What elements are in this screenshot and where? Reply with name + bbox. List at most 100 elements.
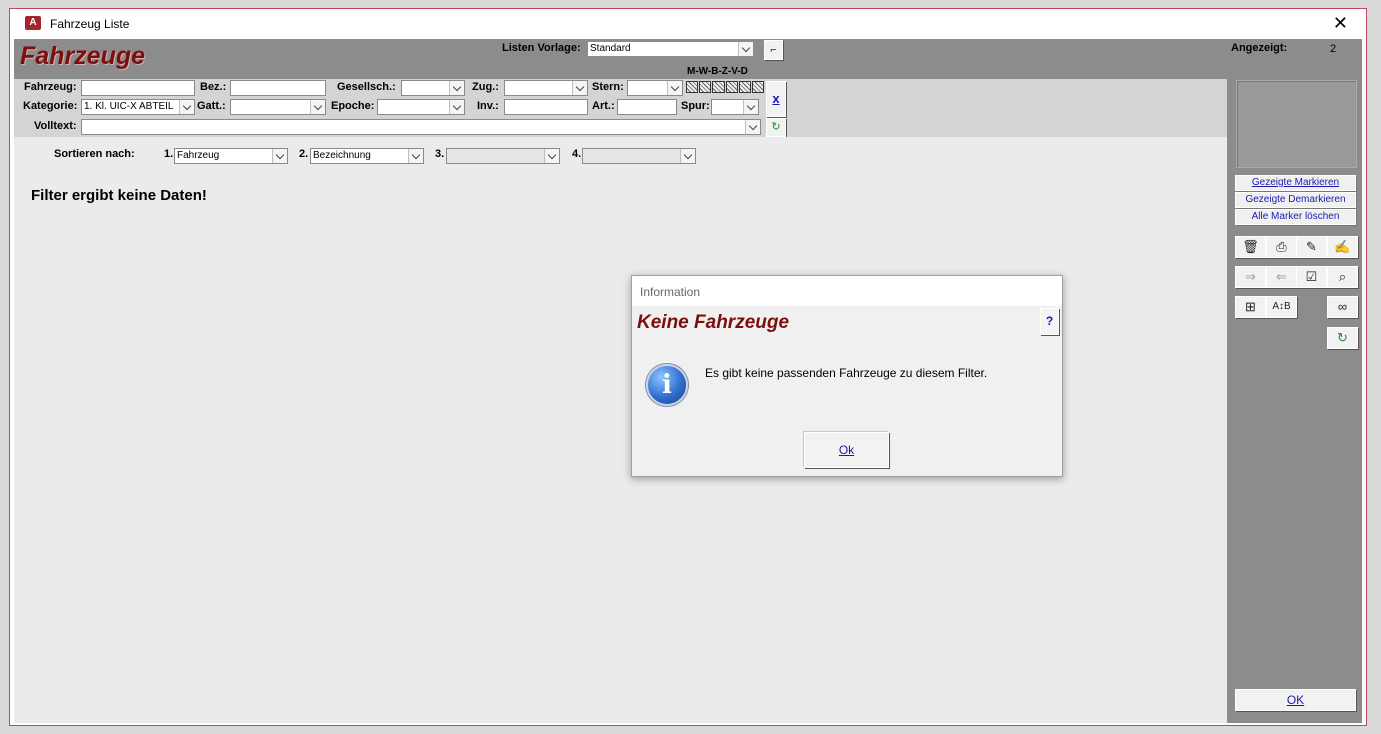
checkbox-w[interactable]: [699, 81, 712, 93]
trash-icon: 🗑: [1242, 239, 1259, 254]
glasses-icon: ∞: [1337, 299, 1348, 314]
header-band: Fahrzeuge Listen Vorlage: Standard ⌐ M-W…: [14, 39, 1362, 79]
mwbzvd-label: M-W-B-Z-V-D: [687, 66, 748, 77]
checkbox-v[interactable]: [738, 81, 751, 93]
chevron-down-icon: [408, 149, 423, 163]
template-value: Standard: [590, 43, 631, 54]
new-entry-icon: ✎: [1306, 239, 1317, 254]
sort-ab-button[interactable]: A↕B: [1266, 296, 1297, 318]
title-bar: A Fahrzeug Liste ✕: [10, 9, 1366, 39]
chevron-down-icon: [572, 81, 587, 95]
shown-count: 2: [1330, 43, 1337, 55]
empty-message: Filter ergibt keine Daten!: [31, 187, 207, 204]
window-title: Fahrzeug Liste: [50, 17, 130, 31]
epoche-label: Epoche:: [331, 100, 375, 112]
preview-image: [1236, 80, 1357, 168]
sort-4-select[interactable]: [582, 148, 696, 164]
chevron-down-icon: [743, 100, 758, 114]
delete-button[interactable]: 🗑: [1235, 236, 1266, 258]
dialog-title-bar: Information: [632, 276, 1062, 306]
gatt-label: Gatt.:: [197, 100, 226, 112]
checkbox-b[interactable]: [712, 81, 725, 93]
unmark-shown-button[interactable]: Gezeigte Demarkieren: [1235, 192, 1356, 208]
checkbox-m[interactable]: [686, 81, 699, 93]
checkbox-checked-icon: ☑: [1305, 269, 1318, 284]
chevron-down-icon: [680, 149, 695, 163]
kategorie-select[interactable]: 1. Kl. UIC-X ABTEIL: [81, 99, 195, 115]
arrow-right-icon: ⇒: [1245, 269, 1256, 284]
move-right-button[interactable]: ⇒: [1235, 266, 1266, 288]
page-title: Fahrzeuge: [20, 42, 146, 70]
gesellsch-select[interactable]: [401, 80, 465, 96]
sort-1-number: 1.: [164, 148, 174, 160]
sort-2-select[interactable]: Bezeichnung: [310, 148, 424, 164]
sort-label: Sortieren nach:: [54, 148, 135, 160]
printer-icon: ⎙: [1276, 239, 1287, 254]
arrow-left-icon: ⇐: [1276, 269, 1287, 284]
clear-filter-button[interactable]: x: [766, 81, 786, 117]
gatt-select[interactable]: [230, 99, 326, 115]
refresh-button[interactable]: ↻: [766, 118, 786, 137]
stern-label: Stern:: [592, 81, 624, 93]
sort-4-number: 4.: [572, 148, 582, 160]
spur-select[interactable]: [711, 99, 759, 115]
refresh-side-button[interactable]: ↻: [1327, 327, 1358, 349]
refresh-icon: ↻: [1337, 330, 1348, 345]
dialog-ok-button[interactable]: Ok: [804, 432, 889, 468]
info-icon: i: [646, 364, 688, 406]
gesellsch-label: Gesellsch.:: [337, 81, 396, 93]
edit-button[interactable]: ✍: [1327, 236, 1358, 258]
dialog-title: Information: [640, 285, 701, 299]
stern-select[interactable]: [627, 80, 683, 96]
mark-shown-button[interactable]: Gezeigte Markieren: [1235, 175, 1356, 191]
chevron-down-icon: [272, 149, 287, 163]
close-window-button[interactable]: ✕: [1333, 13, 1348, 33]
shown-label: Angezeigt:: [1231, 42, 1288, 54]
check-button[interactable]: ☑: [1296, 266, 1327, 288]
kategorie-label: Kategorie:: [23, 100, 78, 112]
chevron-down-icon: [544, 149, 559, 163]
sort-tree-button[interactable]: ⊞: [1235, 296, 1266, 318]
dialog-heading: Keine Fahrzeuge: [637, 312, 790, 333]
volltext-label: Volltext:: [34, 120, 77, 132]
chevron-down-icon: [179, 100, 194, 114]
inv-label: Inv.:: [477, 100, 499, 112]
binoculars-icon: ⌕: [1338, 269, 1347, 284]
bez-label: Bez.:: [200, 81, 227, 93]
template-edit-button[interactable]: ⌐: [764, 40, 783, 60]
sort-az-icon: A↕B: [1272, 301, 1291, 312]
template-select[interactable]: Standard: [587, 41, 754, 57]
sort-2-number: 2.: [299, 148, 309, 160]
fahrzeug-input[interactable]: [81, 80, 195, 96]
dialog-message: Es gibt keine passenden Fahrzeuge zu die…: [705, 366, 988, 380]
sort-1-value: Fahrzeug: [177, 150, 220, 161]
move-left-button[interactable]: ⇐: [1266, 266, 1297, 288]
sort-2-value: Bezeichnung: [313, 150, 371, 161]
edit-icon: ✍: [1334, 239, 1351, 254]
chevron-down-icon: [449, 100, 464, 114]
sort-1-select[interactable]: Fahrzeug: [174, 148, 288, 164]
bez-input[interactable]: [230, 80, 326, 96]
inv-input[interactable]: [504, 99, 588, 115]
zug-select[interactable]: [504, 80, 588, 96]
template-label: Listen Vorlage:: [502, 42, 581, 54]
volltext-select[interactable]: [81, 119, 761, 135]
new-entry-button[interactable]: ✎: [1296, 236, 1327, 258]
ruler-icon: ⌐: [770, 44, 777, 56]
view-button[interactable]: ∞: [1327, 296, 1358, 318]
print-button[interactable]: ⎙: [1266, 236, 1297, 258]
ok-button[interactable]: OK: [1235, 689, 1356, 711]
filter-panel: Fahrzeug: Bez.: Gesellsch.: Zug.: Stern:…: [14, 79, 1227, 137]
clear-markers-button[interactable]: Alle Marker löschen: [1235, 209, 1356, 225]
art-label: Art.:: [592, 100, 615, 112]
art-input[interactable]: [617, 99, 677, 115]
spur-label: Spur:: [681, 100, 710, 112]
chevron-down-icon: [738, 42, 753, 56]
help-button[interactable]: ?: [1040, 308, 1059, 335]
fahrzeug-label: Fahrzeug:: [24, 81, 77, 93]
checkbox-d[interactable]: [751, 81, 765, 93]
search-button[interactable]: ⌕: [1327, 266, 1358, 288]
sort-3-select[interactable]: [446, 148, 560, 164]
epoche-select[interactable]: [377, 99, 465, 115]
checkbox-z[interactable]: [725, 81, 738, 93]
